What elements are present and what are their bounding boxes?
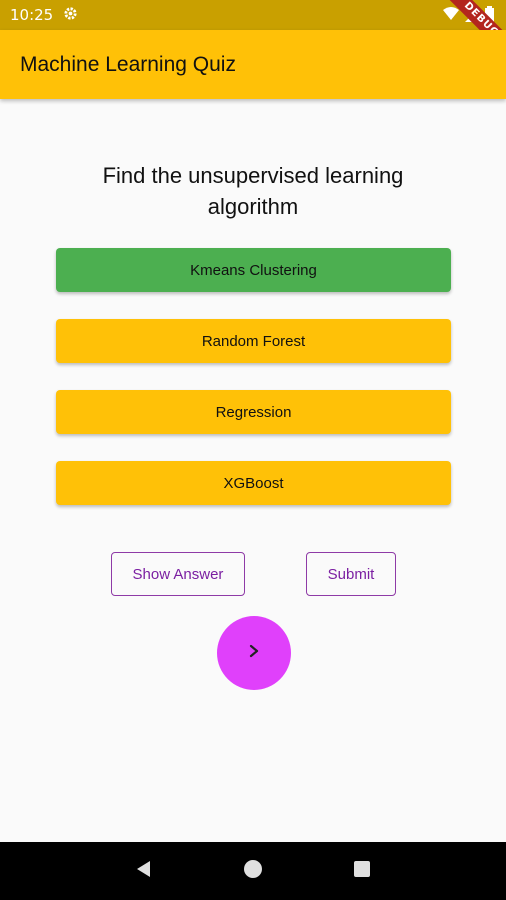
answer-list: Kmeans Clustering Random Forest Regressi… <box>56 248 451 532</box>
home-icon[interactable] <box>243 859 263 884</box>
app-bar: Machine Learning Quiz <box>0 30 506 99</box>
answer-option-random-forest[interactable]: Random Forest <box>56 319 451 363</box>
status-bar: 10:25 DEBUG <box>0 0 506 65</box>
show-answer-button[interactable]: Show Answer <box>111 552 245 596</box>
back-icon[interactable] <box>134 859 154 884</box>
status-time: 10:25 <box>10 6 54 24</box>
gear-icon <box>63 6 78 25</box>
answer-option-kmeans[interactable]: Kmeans Clustering <box>56 248 451 292</box>
answer-option-xgboost[interactable]: XGBoost <box>56 461 451 505</box>
answer-option-regression[interactable]: Regression <box>56 390 451 434</box>
system-nav-bar <box>0 842 506 900</box>
wifi-icon <box>443 6 459 26</box>
recents-icon[interactable] <box>352 859 372 884</box>
submit-button[interactable]: Submit <box>306 552 396 596</box>
question-text: Find the unsupervised learning algorithm <box>102 163 404 219</box>
app-title: Machine Learning Quiz <box>20 52 236 76</box>
next-question-button[interactable] <box>217 616 291 690</box>
chevron-right-icon <box>247 644 261 663</box>
